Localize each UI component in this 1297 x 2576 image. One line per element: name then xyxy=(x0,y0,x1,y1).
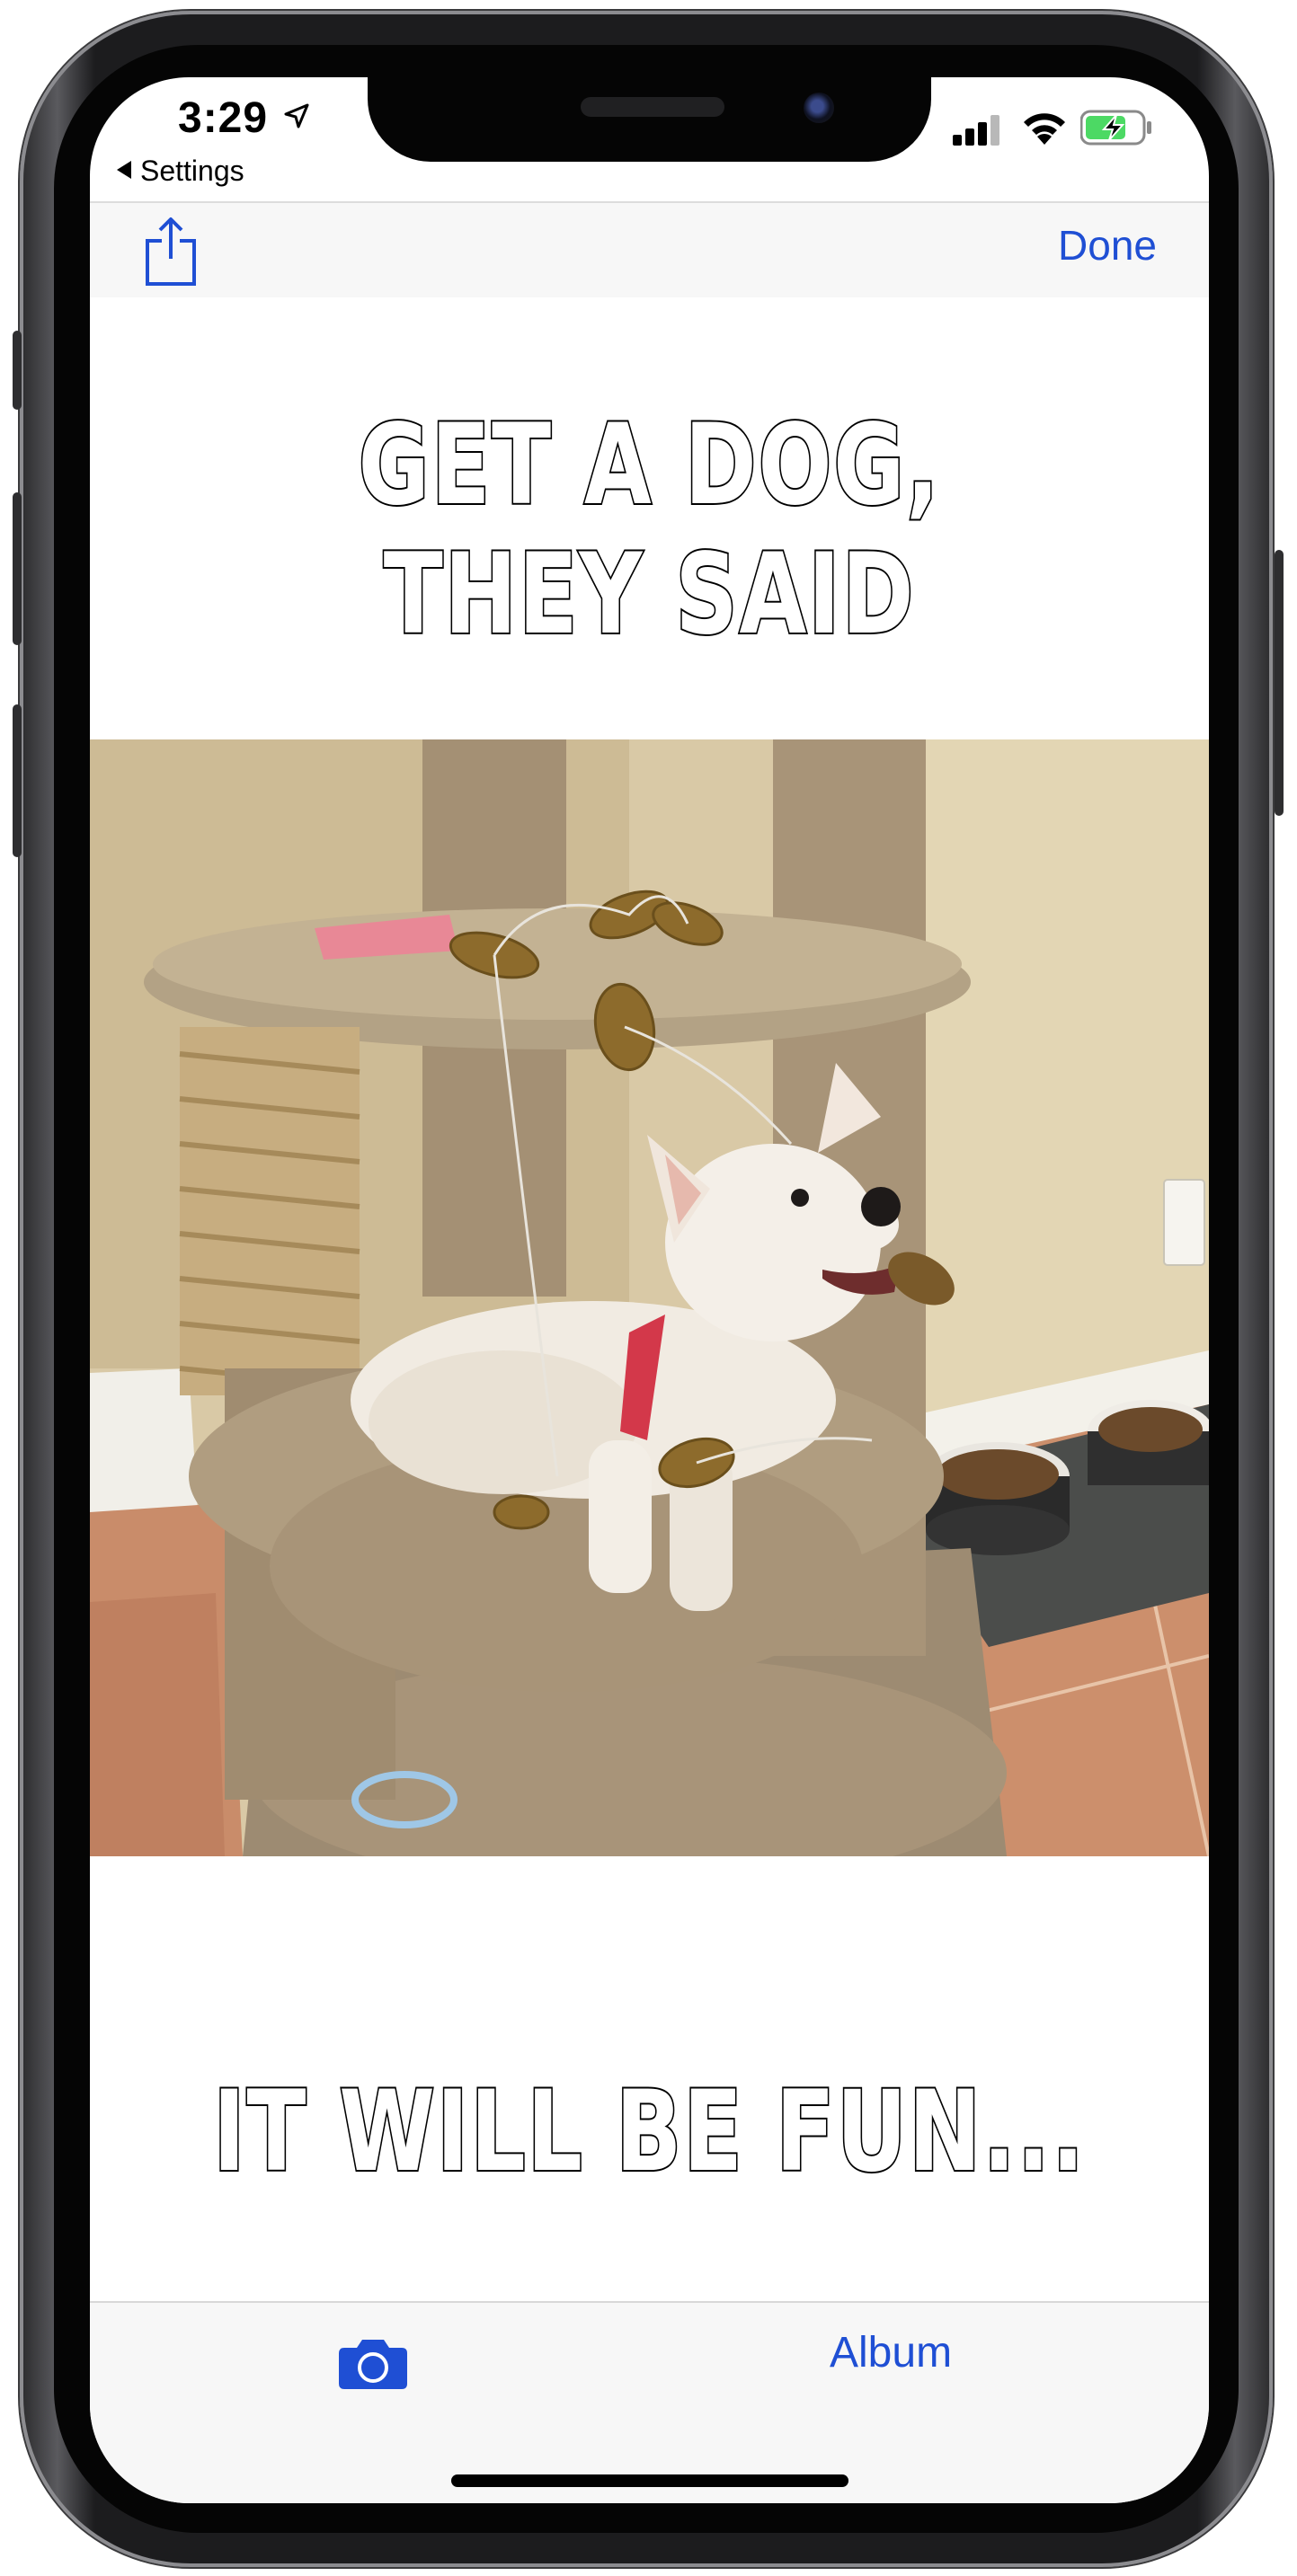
wifi-icon xyxy=(1024,113,1065,145)
home-indicator[interactable] xyxy=(451,2474,848,2487)
share-icon[interactable] xyxy=(144,216,198,288)
status-time: 3:29 xyxy=(178,94,269,142)
battery-charging-icon xyxy=(1080,110,1151,146)
back-settings-label: Settings xyxy=(140,155,244,187)
back-to-settings-link[interactable]: Settings xyxy=(117,155,244,188)
volume-down-button xyxy=(13,704,22,857)
camera-icon[interactable] xyxy=(337,2337,409,2391)
meme-photo xyxy=(90,739,1209,1856)
volume-up-button xyxy=(13,492,22,645)
meme-bottom-text: IT WILL BE FUN... xyxy=(211,2066,1087,2199)
done-button[interactable]: Done xyxy=(1058,221,1157,270)
location-arrow-icon xyxy=(284,103,309,128)
screen: 3:29 Settings Done GET A DOG, THEY SAID … xyxy=(90,77,1209,2503)
bottom-toolbar: Album xyxy=(90,2301,1209,2503)
meme-top-text: GET A DOG, THEY SAID xyxy=(357,399,941,661)
cellular-signal-icon xyxy=(953,115,999,146)
earpiece-speaker xyxy=(581,97,724,117)
notch xyxy=(368,77,931,162)
front-camera xyxy=(804,93,834,123)
album-button[interactable]: Album xyxy=(830,2328,952,2377)
silent-switch xyxy=(13,331,22,410)
power-button xyxy=(1275,550,1284,816)
back-triangle-icon xyxy=(117,161,131,179)
top-toolbar: Done xyxy=(90,201,1209,297)
